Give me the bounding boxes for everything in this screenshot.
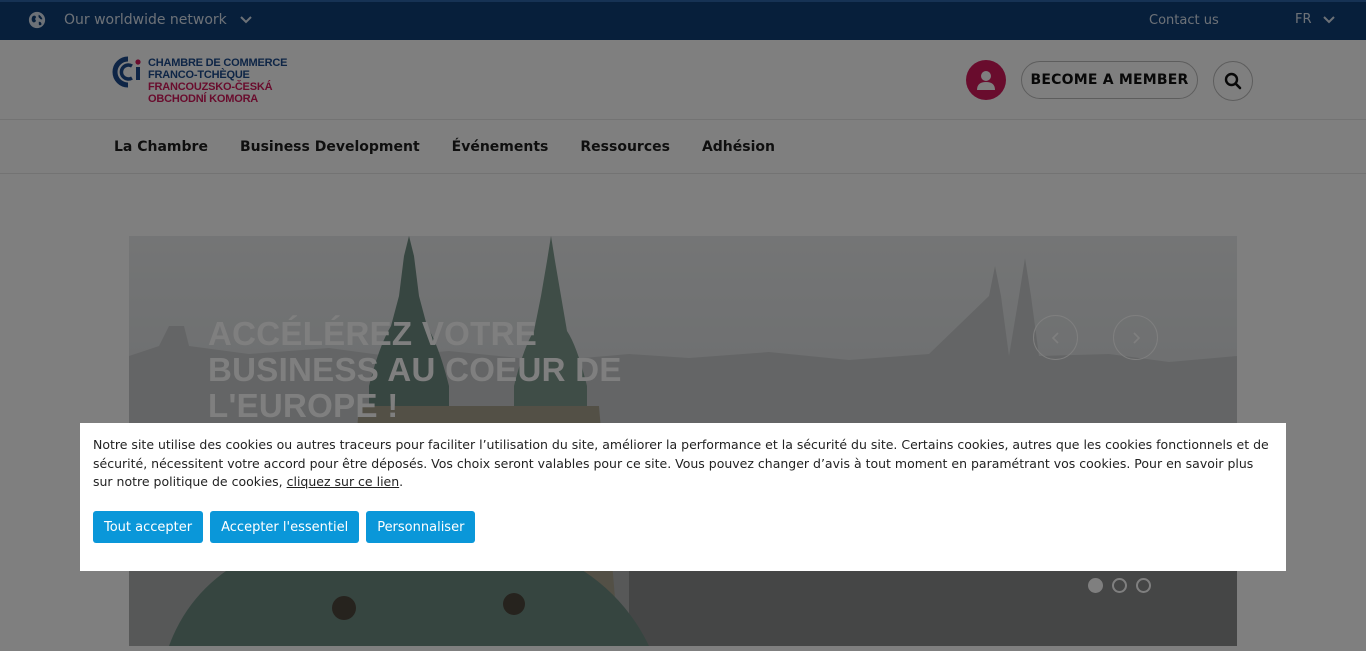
cookie-text: Notre site utilise des cookies ou autres… bbox=[93, 436, 1273, 492]
cookie-message: Notre site utilise des cookies ou autres… bbox=[93, 437, 1269, 489]
cookie-text-end: . bbox=[399, 474, 404, 489]
cookie-consent-banner: Notre site utilise des cookies ou autres… bbox=[80, 423, 1286, 571]
cookie-buttons: Tout accepter Accepter l'essentiel Perso… bbox=[93, 511, 476, 543]
accept-essential-button[interactable]: Accepter l'essentiel bbox=[210, 511, 360, 543]
cookie-policy-link[interactable]: cliquez sur ce lien bbox=[287, 474, 400, 489]
customize-button[interactable]: Personnaliser bbox=[366, 511, 476, 543]
accept-all-button[interactable]: Tout accepter bbox=[93, 511, 204, 543]
